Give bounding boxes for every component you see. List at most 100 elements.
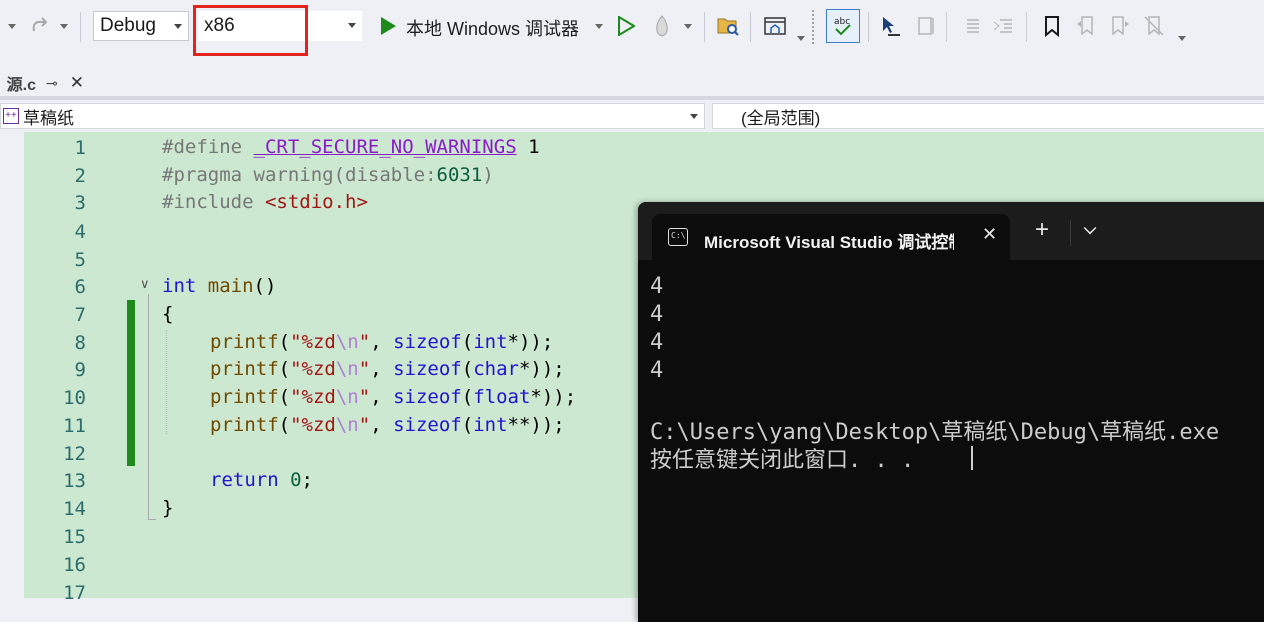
code-line-6: int main() (162, 275, 276, 297)
keyword: int (473, 331, 508, 353)
toolbar: Debug x86 本地 Windows 调试器 abc (0, 0, 1264, 56)
run-dropdown-chevron-icon[interactable] (595, 24, 603, 29)
function-call: printf (210, 414, 279, 436)
preprocessor-directive: #include (162, 191, 254, 213)
punctuation: ( (278, 414, 291, 436)
line-number: 13 (63, 470, 86, 492)
punctuation: ( (461, 414, 474, 436)
home-window-icon[interactable] (760, 12, 790, 40)
tab-dropdown-chevron-icon[interactable] (1083, 221, 1097, 235)
line-number: 2 (74, 165, 86, 187)
title-separator (1070, 220, 1071, 246)
svg-text:abc: abc (834, 17, 850, 27)
clear-bookmarks-icon[interactable] (1140, 12, 1168, 40)
document-tab-strip: 源.c ⊸ ✕ (0, 56, 1264, 100)
console-output-line: 4 (650, 330, 664, 355)
close-tab-icon[interactable]: ✕ (982, 224, 997, 245)
toolbar-separator (80, 12, 81, 42)
punctuation: ) (482, 164, 494, 186)
string-literal: "%zd (290, 358, 336, 380)
tab-title: 源.c (6, 77, 36, 94)
preprocessor-directive: #pragma warning(disable: (162, 164, 437, 186)
string-literal: "%zd (290, 386, 336, 408)
pin-icon[interactable]: ⊸ (46, 75, 58, 92)
code-line-14: } (162, 497, 174, 519)
code-line-7: { (162, 303, 174, 325)
previous-bookmark-icon[interactable] (1072, 12, 1100, 40)
start-debugging-icon[interactable] (376, 14, 400, 38)
include-path: <stdio.h> (264, 191, 368, 213)
keyword: int (473, 414, 508, 436)
punctuation: *)); (530, 386, 577, 408)
keyword: sizeof (393, 386, 462, 408)
line-number: 15 (63, 526, 86, 548)
string-literal: " (358, 358, 371, 380)
hot-reload-chevron-icon[interactable] (684, 24, 692, 29)
punctuation: ( (278, 358, 291, 380)
breakpoint-cursor-icon[interactable] (876, 12, 904, 40)
line-number: 3 (74, 192, 86, 214)
code-line-8: printf("%zd\n", sizeof(int*)); (210, 331, 553, 353)
bookmark-icon[interactable] (1038, 12, 1066, 40)
code-line-9: printf("%zd\n", sizeof(char*)); (210, 358, 565, 380)
macro-value: 1 (528, 136, 540, 158)
toolbar-separator (946, 12, 947, 42)
punctuation: ( (461, 358, 474, 380)
punctuation: ( (461, 386, 474, 408)
console-title-bar: C:\ Microsoft Visual Studio 调试控制台 ✕ + (638, 202, 1264, 260)
hot-reload-icon[interactable] (648, 12, 676, 40)
tab-source-file[interactable]: 源.c ⊸ ✕ (0, 66, 94, 100)
solution-config-dropdown[interactable]: Debug (93, 11, 189, 41)
text-cursor (971, 446, 973, 470)
punctuation: , (370, 414, 394, 436)
console-output-line: 4 (650, 358, 664, 383)
keyword: sizeof (393, 358, 462, 380)
function-name: main (207, 275, 254, 297)
scope-dropdown[interactable]: (全局范围) (712, 103, 1264, 129)
home-window-chevron-icon[interactable] (797, 36, 805, 41)
toolbar-separator (704, 12, 705, 42)
punctuation: ( (461, 331, 474, 353)
toolbar-overflow-chevron-icon[interactable] (1178, 36, 1186, 41)
chevron-down-icon (174, 24, 182, 29)
project-dropdown[interactable]: ++ 草稿纸 (0, 103, 705, 129)
outdent-icon[interactable] (956, 12, 984, 40)
start-without-debugging-icon[interactable] (614, 14, 638, 38)
next-bookmark-icon[interactable] (1106, 12, 1134, 40)
punctuation: , (370, 358, 394, 380)
line-number: 12 (63, 443, 86, 465)
line-number: 5 (74, 249, 86, 271)
console-icon: C:\ (668, 228, 688, 246)
column-icon[interactable] (912, 12, 940, 40)
indent-guide (148, 294, 149, 520)
spell-check-icon[interactable]: abc (826, 9, 860, 43)
keyword: return (210, 469, 279, 491)
number-literal: 6031 (436, 164, 483, 186)
find-in-files-icon[interactable] (714, 12, 742, 40)
keyword: char (473, 358, 519, 380)
redo-dropdown-chevron-icon[interactable] (60, 24, 68, 29)
close-tab-icon[interactable]: ✕ (70, 73, 84, 93)
line-number: 1 (74, 137, 86, 159)
console-tab[interactable]: C:\ Microsoft Visual Studio 调试控制台 ✕ (652, 214, 1010, 260)
code-line-1: #define _CRT_SECURE_NO_WARNINGS 1 (162, 136, 540, 158)
function-call: printf (210, 386, 279, 408)
indent-guide (166, 330, 167, 434)
undo-dropdown-chevron-icon[interactable] (8, 24, 16, 29)
punctuation: ; (301, 469, 313, 491)
indent-icon[interactable] (990, 12, 1018, 40)
project-name: 草稿纸 (23, 108, 74, 128)
console-output-line: 4 (650, 274, 664, 299)
line-number: 6 (74, 276, 86, 298)
console-output-line: 4 (650, 302, 664, 327)
collapse-chevron-icon[interactable]: ∨ (140, 276, 150, 292)
change-tracking-bar (127, 300, 135, 466)
new-tab-plus-icon[interactable]: + (1035, 216, 1049, 244)
start-debugging-label[interactable]: 本地 Windows 调试器 (406, 15, 579, 41)
grip-icon (812, 10, 818, 44)
redo-icon[interactable] (26, 12, 52, 40)
punctuation: *)); (507, 331, 554, 353)
debug-console-window[interactable]: C:\ Microsoft Visual Studio 调试控制台 ✕ + 4 … (638, 202, 1264, 622)
toolbar-separator (750, 12, 751, 42)
console-output-line: 按任意键关闭此窗口. . . (650, 448, 915, 473)
